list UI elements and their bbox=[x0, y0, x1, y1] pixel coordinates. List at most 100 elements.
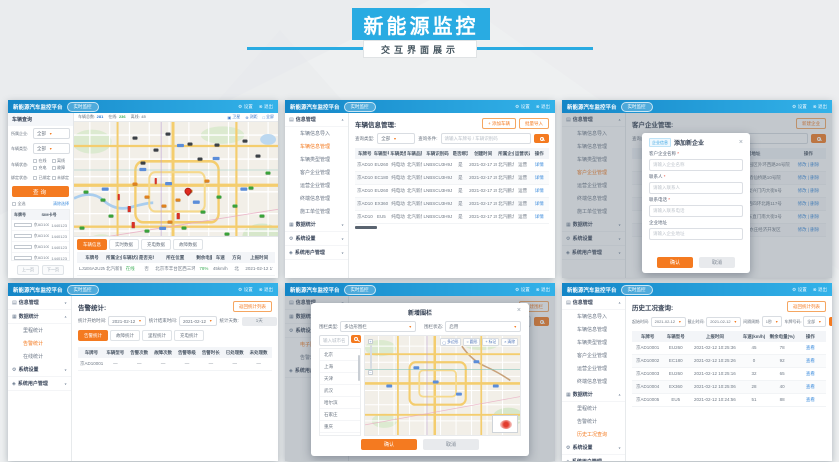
fence-state-select[interactable]: 启用▼ bbox=[445, 321, 521, 332]
logout-button[interactable]: ⊗退出 bbox=[259, 287, 273, 293]
table-row[interactable]: 京AD10004EX3602021-02-12 10:25:062840查看 bbox=[632, 381, 826, 394]
bind-checkbox[interactable]: 未绑定 bbox=[52, 175, 71, 181]
search-button[interactable] bbox=[829, 317, 832, 326]
cancel-button[interactable]: 取消 bbox=[423, 439, 479, 450]
sidebar-item[interactable]: 车辆信息管理 bbox=[562, 323, 625, 336]
row-checkbox[interactable] bbox=[14, 234, 32, 238]
table-row[interactable]: 京AD10003EU260纯电动北汽新能源LNBSCU3H9JR884414是2… bbox=[355, 185, 549, 198]
nav-realtime-monitor[interactable]: 实时监控 bbox=[621, 102, 653, 112]
sidebar-item[interactable]: 在线统计 bbox=[8, 350, 71, 363]
status-checkbox[interactable]: 充电 bbox=[33, 165, 52, 171]
select-all-checkbox[interactable]: 全选 bbox=[12, 201, 41, 207]
sidebar-item[interactable]: 客户企业管理 bbox=[562, 349, 625, 362]
sidebar-item[interactable]: ▦ 数据统计 ∨ bbox=[285, 218, 348, 232]
detail-tab[interactable]: 实时数据 bbox=[109, 239, 139, 250]
logout-button[interactable]: ⊗退出 bbox=[536, 104, 550, 110]
vehicle-marker[interactable] bbox=[214, 144, 219, 147]
sidebar-item[interactable]: ◈ 系统用户管理 ∨ bbox=[285, 246, 348, 260]
vehicle-list-row[interactable]: 京AD10001 14401234501 bbox=[12, 220, 69, 231]
sidebar-item[interactable]: ◈ 系统用户管理 ∨ bbox=[8, 377, 71, 391]
vehicle-marker[interactable] bbox=[176, 199, 181, 202]
detail-link[interactable]: 详情 bbox=[531, 175, 547, 181]
cancel-button[interactable]: 取消 bbox=[699, 257, 735, 268]
map-control-button[interactable]: ⊕测距 bbox=[245, 114, 257, 120]
vehicle-marker[interactable] bbox=[154, 178, 157, 184]
search-button[interactable] bbox=[534, 134, 549, 143]
logout-button[interactable]: ⊗退出 bbox=[536, 287, 550, 293]
city-list-item[interactable]: 哈尔滨 bbox=[320, 397, 360, 409]
table-row[interactable]: 京AD10002EC1802021-02-12 10:25:26092查看 bbox=[632, 355, 826, 368]
vehicle-marker[interactable] bbox=[153, 149, 158, 152]
sidebar-item[interactable]: 告警统计 bbox=[8, 337, 71, 350]
clear-selection-link[interactable]: 清除选择 bbox=[53, 201, 69, 207]
vehicle-marker[interactable] bbox=[233, 205, 238, 208]
vehicle-marker[interactable] bbox=[255, 155, 260, 158]
detail-tab[interactable]: 充电数据 bbox=[141, 239, 171, 250]
vehicle-marker[interactable] bbox=[100, 199, 105, 202]
date-select[interactable]: 2021-02-12▼ bbox=[179, 316, 217, 326]
city-list-item[interactable]: 北京 bbox=[320, 349, 360, 361]
view-link[interactable]: 查看 bbox=[797, 384, 824, 390]
stats-tab[interactable]: 里程统计 bbox=[142, 330, 172, 341]
sidebar-item[interactable]: 车辆信息导入 bbox=[562, 310, 625, 323]
back-to-list-button[interactable]: 返回统计列表 bbox=[233, 301, 272, 312]
city-list-item[interactable]: 重庆 bbox=[320, 421, 360, 433]
vehicle-marker[interactable] bbox=[265, 172, 270, 175]
field-input[interactable]: 请输入企业名称 bbox=[649, 159, 743, 171]
draw-tool-button[interactable]: ○圆形 bbox=[463, 338, 480, 346]
table-row[interactable]: 京AD10005EU52021-02-12 10:24:565188查看 bbox=[632, 394, 826, 407]
view-link[interactable]: 查看 bbox=[797, 345, 824, 351]
field-select[interactable]: 全部▼ bbox=[33, 128, 70, 139]
stats-tab[interactable]: 故障统计 bbox=[110, 330, 140, 341]
nav-realtime-monitor[interactable]: 实时监控 bbox=[344, 102, 376, 112]
vehicle-marker[interactable] bbox=[133, 136, 138, 139]
view-link[interactable]: 查看 bbox=[797, 358, 824, 364]
nav-realtime-monitor[interactable]: 实时监控 bbox=[67, 285, 99, 295]
filter-select[interactable]: 1秒▼ bbox=[762, 316, 783, 327]
detail-link[interactable]: 详情 bbox=[531, 162, 547, 168]
sidebar-item[interactable]: 里程统计 bbox=[562, 402, 625, 415]
vehicle-marker[interactable] bbox=[84, 191, 89, 194]
stats-tab[interactable]: 充电统计 bbox=[174, 330, 204, 341]
vehicle-marker[interactable] bbox=[200, 211, 205, 214]
draw-tool-button[interactable]: ▢多边形 bbox=[440, 338, 462, 346]
vehicle-marker[interactable] bbox=[145, 195, 150, 198]
vehicle-marker[interactable] bbox=[243, 139, 248, 142]
sidebar-item[interactable]: 里程统计 bbox=[8, 324, 71, 337]
table-row[interactable]: LJ1E6A2U2M7654321北汽新能源在线否北京市丰台区西三环南路辅路靠近… bbox=[77, 263, 275, 276]
vehicle-marker[interactable] bbox=[204, 180, 209, 183]
sidebar-item[interactable]: ⚙ 系统设置 ∨ bbox=[285, 232, 348, 246]
filter-type-select[interactable]: 全部▼ bbox=[377, 133, 415, 144]
nav-realtime-monitor[interactable]: 实时监控 bbox=[621, 285, 653, 295]
sidebar-item[interactable]: ⚙ 系统设置 ∨ bbox=[8, 363, 71, 377]
detail-link[interactable]: 详情 bbox=[531, 214, 547, 220]
close-icon[interactable]: × bbox=[739, 139, 743, 146]
prev-page-button[interactable]: 上一页 bbox=[17, 265, 39, 275]
vehicle-marker[interactable] bbox=[177, 213, 180, 219]
zoom-in-button[interactable]: + bbox=[368, 339, 373, 344]
detail-link[interactable]: 详情 bbox=[531, 201, 547, 207]
vehicle-marker[interactable] bbox=[133, 183, 138, 186]
sidebar-item[interactable]: 历史工况查询 bbox=[562, 428, 625, 441]
mini-map[interactable] bbox=[492, 415, 518, 433]
sidebar-item[interactable]: 车辆信息导入 bbox=[285, 127, 348, 140]
vehicle-marker[interactable] bbox=[198, 158, 203, 161]
settings-button[interactable]: ⚙设置 bbox=[792, 287, 807, 293]
settings-button[interactable]: ⚙设置 bbox=[238, 287, 253, 293]
settings-button[interactable]: ⚙设置 bbox=[515, 104, 530, 110]
sidebar-item[interactable]: ▦ 数据统计 ∧ bbox=[562, 388, 625, 402]
settings-button[interactable]: ⚙设置 bbox=[515, 287, 530, 293]
stats-tab[interactable]: 告警统计 bbox=[78, 330, 108, 341]
vehicle-marker[interactable] bbox=[132, 222, 135, 228]
city-list-item[interactable]: 上海 bbox=[320, 361, 360, 373]
sidebar-item[interactable]: 终端信息管理 bbox=[562, 375, 625, 388]
table-row[interactable]: 京AD10002EC180纯电动北汽新能源LNBSCU3H9JR884413是2… bbox=[355, 172, 549, 185]
city-list-item[interactable]: 天津 bbox=[320, 373, 360, 385]
city-list-item[interactable]: 石家庄 bbox=[320, 409, 360, 421]
zoom-control[interactable]: + − bbox=[368, 339, 373, 375]
table-row[interactable]: 京AD10001EU2602021-02-12 10:25:364578查看 bbox=[632, 342, 826, 355]
row-checkbox[interactable] bbox=[14, 256, 32, 260]
table-row[interactable]: 京AD10001——————— bbox=[78, 358, 272, 371]
fence-type-select[interactable]: 多边形围栏▼ bbox=[340, 321, 416, 332]
detail-tab[interactable]: 故障数据 bbox=[173, 239, 203, 250]
